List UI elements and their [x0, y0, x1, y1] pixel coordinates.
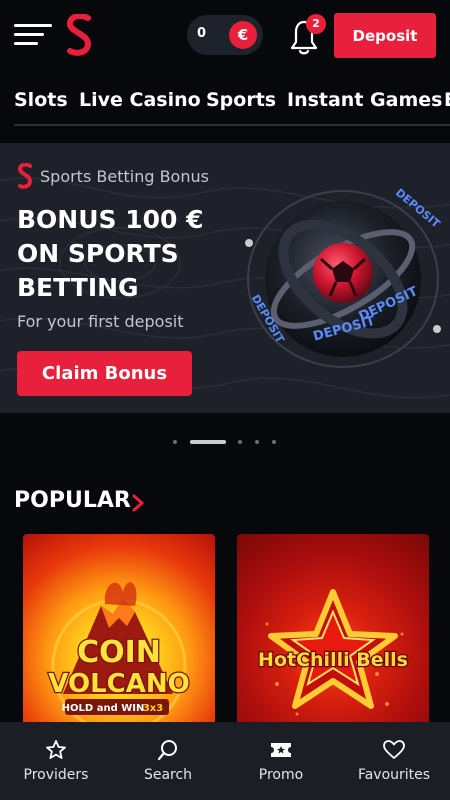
bottom-nav-promo[interactable]: Promo: [225, 722, 337, 800]
balance-amount: 0: [197, 26, 207, 41]
banner-headline: BONUS 100 € ON SPORTS BETTING: [17, 203, 237, 305]
game-title: HotChilli Bells: [258, 649, 408, 671]
euro-currency-icon: €: [229, 21, 257, 49]
deposit-ball-illustration: DEPOSIT DEPOSIT DEPOSIT DEPOSIT: [245, 186, 443, 368]
banner-headline-line: BETTING: [17, 273, 139, 302]
game-badge: 3x3: [143, 703, 163, 714]
category-tab-instant-games[interactable]: Instant Games: [287, 89, 442, 111]
category-tab-live-casino[interactable]: Live Casino: [79, 89, 201, 111]
game-title-line1: COIN: [77, 635, 161, 670]
star-icon: [46, 740, 66, 759]
balance-pill[interactable]: 0 €: [187, 15, 263, 55]
hamburger-menu-icon[interactable]: [14, 24, 52, 46]
chevron-right-icon[interactable]: [130, 492, 146, 514]
hot-chilli-bells-artwork: HotChilli Bells: [257, 589, 409, 716]
game-tile-coin-volcano[interactable]: COIN VOLCANO HOLD and WIN 3x3: [23, 534, 215, 734]
carousel-dot[interactable]: [255, 440, 259, 444]
brand-logo[interactable]: [66, 14, 92, 56]
category-nav: Slots Live Casino Sports Instant Games E: [0, 80, 450, 124]
banner-tag-text: Sports Betting Bonus: [40, 167, 209, 186]
banner-headline-line: BONUS 100 €: [17, 205, 204, 234]
popular-section-title[interactable]: POPULAR: [14, 488, 131, 513]
carousel-dot[interactable]: [238, 440, 242, 444]
notifications-button[interactable]: 2: [286, 14, 326, 56]
game-tile-hot-chilli-bells[interactable]: HotChilli Bells: [237, 534, 429, 734]
carousel-dot-active[interactable]: [190, 440, 226, 444]
game-subtitle: HOLD and WIN: [62, 703, 145, 714]
deposit-button[interactable]: Deposit: [334, 13, 436, 58]
claim-bonus-button[interactable]: Claim Bonus: [17, 351, 192, 396]
notification-count-badge: 2: [306, 14, 326, 34]
bottom-nav-search[interactable]: Search: [112, 722, 224, 800]
top-header: 0 € 2 Deposit: [0, 0, 450, 72]
promo-banner[interactable]: Sports Betting Bonus BONUS 100 € ON SPOR…: [0, 143, 450, 413]
game-title-line2: VOLCANO: [48, 669, 189, 699]
search-icon: [157, 740, 177, 761]
bottom-nav: Providers Search Promo Favourites: [0, 722, 450, 800]
category-tab-overflow[interactable]: E: [444, 89, 450, 111]
heart-icon: [383, 740, 405, 759]
bottom-nav-favourites[interactable]: Favourites: [338, 722, 450, 800]
bottom-nav-label: Providers: [23, 767, 89, 783]
carousel-dot[interactable]: [173, 440, 177, 444]
carousel-dot[interactable]: [272, 440, 276, 444]
brand-logo-small: [17, 163, 33, 189]
category-tab-sports[interactable]: Sports: [206, 89, 276, 111]
bottom-nav-providers[interactable]: Providers: [0, 722, 112, 800]
bottom-nav-label: Promo: [258, 767, 304, 783]
banner-subtitle: For your first deposit: [17, 312, 184, 331]
category-divider: [14, 124, 450, 126]
bottom-nav-label: Search: [143, 767, 193, 783]
bottom-nav-label: Favourites: [357, 767, 431, 783]
carousel-pagination: [0, 437, 450, 447]
banner-headline-line: ON SPORTS: [17, 239, 179, 268]
ticket-icon: [271, 743, 291, 757]
coin-volcano-artwork: COIN VOLCANO HOLD and WIN 3x3: [47, 582, 191, 734]
category-tab-slots[interactable]: Slots: [14, 89, 68, 111]
